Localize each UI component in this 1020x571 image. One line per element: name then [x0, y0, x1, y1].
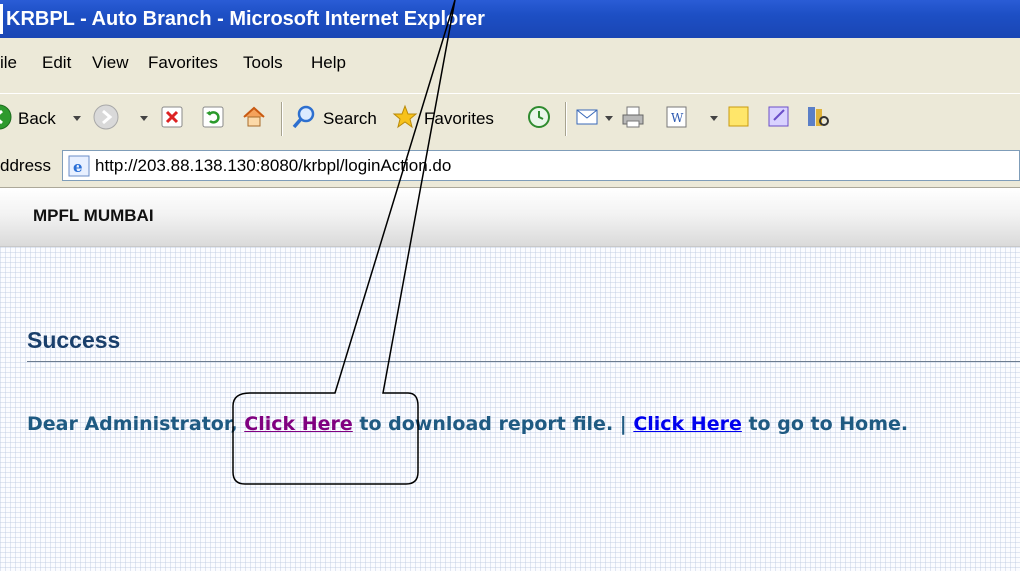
search-icon	[291, 104, 317, 135]
print-button[interactable]	[620, 104, 646, 134]
toolbar-separator	[565, 102, 567, 136]
stop-icon	[160, 105, 184, 134]
menu-file[interactable]: ile	[0, 53, 17, 73]
edit-button[interactable]: W	[664, 104, 690, 134]
menu-edit[interactable]: Edit	[42, 53, 71, 73]
edit-icon: W	[664, 104, 690, 135]
window-title: KRBPL - Auto Branch - Microsoft Internet…	[6, 8, 485, 30]
discuss-button[interactable]	[726, 104, 752, 134]
back-dropdown-arrow[interactable]	[73, 116, 81, 121]
standard-toolbar: Back Search Favorites W	[0, 93, 1020, 147]
search-label: Search	[323, 109, 377, 128]
research-button[interactable]	[805, 104, 831, 134]
address-bar: ddress e http://203.88.138.130:8080/krbp…	[0, 145, 1020, 188]
download-report-link[interactable]: Click Here	[244, 413, 353, 435]
greeting-text: Dear Administrator,	[27, 413, 245, 435]
window-titlebar: KRBPL - Auto Branch - Microsoft Internet…	[0, 0, 1020, 38]
ie-page-icon: e	[68, 155, 90, 182]
address-input[interactable]: e http://203.88.138.130:8080/krbpl/login…	[62, 150, 1020, 181]
favorites-icon	[392, 104, 418, 135]
messenger-button[interactable]	[766, 104, 792, 134]
home-icon	[241, 104, 267, 135]
mail-dropdown-arrow[interactable]	[605, 116, 613, 121]
forward-button[interactable]	[93, 104, 119, 134]
back-label: Back	[18, 109, 56, 128]
menu-favorites[interactable]: Favorites	[148, 53, 218, 73]
messenger-icon	[766, 104, 792, 135]
status-message: Dear Administrator, Click Here to downlo…	[27, 413, 908, 435]
forward-dropdown-arrow[interactable]	[140, 116, 148, 121]
stop-button[interactable]	[160, 104, 184, 134]
edit-dropdown-arrow[interactable]	[710, 116, 718, 121]
go-home-link[interactable]: Click Here	[633, 413, 742, 435]
menu-help[interactable]: Help	[311, 53, 346, 73]
forward-icon	[93, 104, 119, 135]
address-label: ddress	[0, 156, 52, 175]
app-header-title: MPFL MUMBAI	[33, 206, 154, 225]
page-heading: Success	[27, 327, 121, 353]
home-text: to go to Home.	[741, 413, 909, 435]
mail-icon	[575, 104, 601, 135]
menu-view[interactable]: View	[92, 53, 129, 73]
refresh-button[interactable]	[201, 104, 225, 134]
menu-tools[interactable]: Tools	[243, 53, 283, 73]
page-content: Success Dear Administrator, Click Here t…	[0, 247, 1020, 571]
svg-text:e: e	[73, 158, 83, 176]
research-icon	[805, 104, 831, 135]
refresh-icon	[201, 105, 225, 134]
search-button[interactable]: Search	[291, 104, 377, 134]
favorites-label: Favorites	[424, 109, 494, 128]
discuss-icon	[726, 104, 752, 135]
mail-button[interactable]	[575, 104, 601, 134]
history-icon	[527, 105, 551, 134]
home-button[interactable]	[241, 104, 267, 134]
app-header-bar: MPFL MUMBAI	[0, 188, 1020, 247]
address-url: http://203.88.138.130:8080/krbpl/loginAc…	[95, 156, 452, 175]
print-icon	[620, 104, 646, 135]
menu-bar: ile Edit View Favorites Tools Help	[0, 38, 1020, 93]
svg-text:W: W	[671, 111, 684, 125]
back-icon	[0, 104, 12, 135]
download-text: to download report file. |	[352, 413, 634, 435]
history-button[interactable]	[527, 104, 551, 134]
favorites-button[interactable]: Favorites	[392, 104, 494, 134]
heading-divider	[27, 361, 1020, 362]
toolbar-separator	[281, 102, 283, 136]
back-button[interactable]: Back	[0, 104, 56, 134]
